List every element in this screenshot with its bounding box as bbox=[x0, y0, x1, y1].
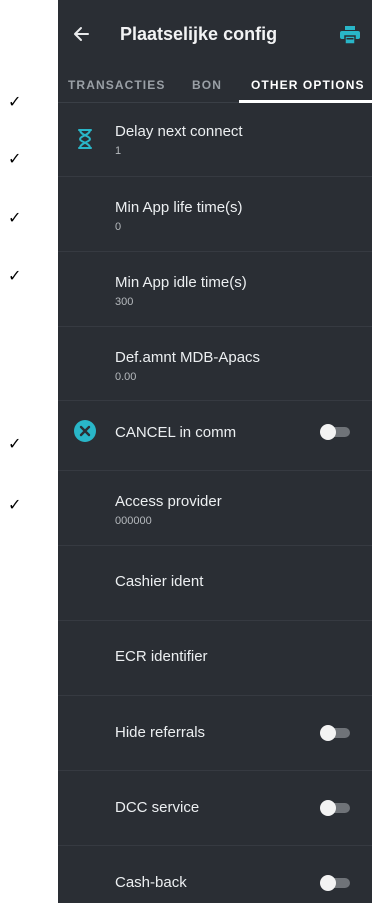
setting-def-amnt-mdb-apacs[interactable]: Def.amnt MDB-Apacs 0.00 bbox=[58, 327, 372, 401]
setting-dcc-service[interactable]: DCC service bbox=[58, 771, 372, 846]
setting-title: Hide referrals bbox=[115, 724, 206, 741]
cancel-in-comm-toggle[interactable] bbox=[320, 424, 350, 440]
hide-referrals-toggle[interactable] bbox=[320, 725, 350, 741]
dcc-service-toggle[interactable] bbox=[320, 800, 350, 816]
setting-delay-next-connect[interactable]: Delay next connect 1 bbox=[58, 103, 372, 177]
setting-title: Min App life time(s) bbox=[115, 199, 243, 216]
setting-ecr-identifier[interactable]: ECR identifier bbox=[58, 621, 372, 696]
setting-value: 0 bbox=[115, 221, 122, 233]
setting-value: 1 bbox=[115, 145, 122, 157]
hourglass-icon bbox=[78, 129, 92, 149]
tab-bar: TRANSACTIES BON OTHER OPTIONS bbox=[58, 72, 372, 103]
setting-cash-back[interactable]: Cash-back bbox=[58, 846, 372, 920]
tab-other-options[interactable]: OTHER OPTIONS bbox=[251, 78, 365, 92]
setting-hide-referrals[interactable]: Hide referrals bbox=[58, 696, 372, 771]
check-mark-1: ✓ bbox=[8, 92, 22, 111]
setting-title: Cash-back bbox=[115, 874, 187, 891]
printer-icon[interactable] bbox=[340, 26, 360, 44]
setting-title: Delay next connect bbox=[115, 123, 243, 140]
setting-title: Access provider bbox=[115, 493, 222, 510]
setting-value: 300 bbox=[115, 296, 134, 308]
toggle-knob bbox=[320, 875, 336, 891]
cash-back-toggle[interactable] bbox=[320, 875, 350, 891]
setting-min-app-life-time[interactable]: Min App life time(s) 0 bbox=[58, 177, 372, 252]
setting-title: Min App idle time(s) bbox=[115, 274, 247, 291]
page-title: Plaatselijke config bbox=[120, 24, 278, 44]
toggle-knob bbox=[320, 725, 336, 741]
phone-screen: Plaatselijke config TRANSACTIES BON OTHE… bbox=[58, 0, 372, 903]
setting-min-app-idle-time[interactable]: Min App idle time(s) 300 bbox=[58, 252, 372, 327]
check-mark-6: ✓ bbox=[8, 495, 22, 514]
check-mark-4: ✓ bbox=[8, 266, 22, 285]
tab-bon[interactable]: BON bbox=[192, 78, 222, 92]
check-mark-3: ✓ bbox=[8, 208, 22, 227]
setting-title: Def.amnt MDB-Apacs bbox=[115, 349, 261, 366]
check-mark-2: ✓ bbox=[8, 149, 22, 168]
setting-title: CANCEL in comm bbox=[115, 424, 237, 441]
toggle-knob bbox=[320, 424, 336, 440]
setting-value: 000000 bbox=[115, 515, 152, 527]
app-bar: Plaatselijke config bbox=[58, 0, 372, 72]
setting-title: Cashier ident bbox=[115, 573, 204, 590]
setting-cashier-ident[interactable]: Cashier ident bbox=[58, 546, 372, 621]
setting-value: 0.00 bbox=[115, 371, 137, 383]
setting-title: DCC service bbox=[115, 799, 200, 816]
toggle-knob bbox=[320, 800, 336, 816]
settings-list: Delay next connect 1 Min App life time(s… bbox=[58, 103, 372, 920]
setting-title: ECR identifier bbox=[115, 648, 208, 665]
check-mark-5: ✓ bbox=[8, 434, 22, 453]
cancel-circle-icon bbox=[74, 420, 96, 442]
setting-access-provider[interactable]: Access provider 000000 bbox=[58, 471, 372, 546]
arrow-left-icon[interactable] bbox=[72, 24, 92, 44]
setting-cancel-in-comm[interactable]: CANCEL in comm bbox=[58, 401, 372, 471]
tab-transacties[interactable]: TRANSACTIES bbox=[68, 78, 165, 92]
